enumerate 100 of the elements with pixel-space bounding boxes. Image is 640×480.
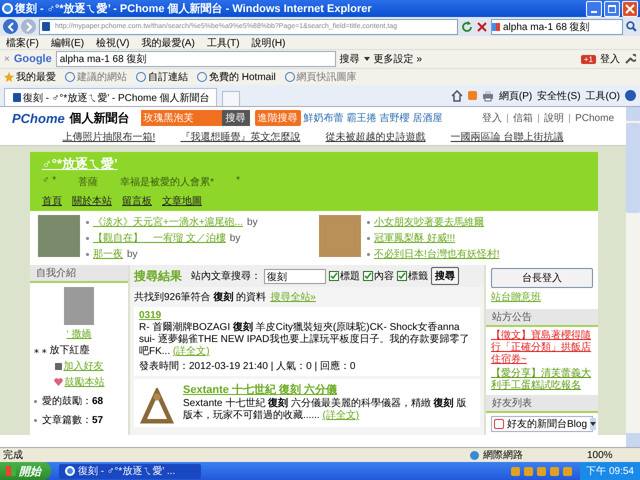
clock-text: 下午 09:54 bbox=[580, 462, 640, 480]
arrow-left-icon bbox=[6, 22, 16, 32]
window-title: 復刻 - ♂°*放逐ㄟ愛’ - PChome 個人新聞台 - Windows Internet Explorer bbox=[15, 2, 373, 16]
more-settings-button[interactable]: 更多設定 » bbox=[374, 52, 422, 66]
stop-icon[interactable] bbox=[476, 20, 488, 32]
favorites-link[interactable]: 免費的 Hotmail bbox=[197, 70, 276, 84]
browser-tab[interactable]: 復刻 - ♂°*放逐ㄟ愛’ - PChome 個人新聞台 bbox=[4, 88, 217, 106]
status-text: 完成 bbox=[3, 448, 23, 462]
refresh-icon[interactable] bbox=[461, 20, 473, 32]
blog-search-field[interactable]: 復刻 bbox=[264, 268, 326, 284]
checkbox-label: 標題 bbox=[340, 270, 360, 283]
announcement-link[interactable]: 【愛分享】清芙蕾義大利手工蛋糕試吃報名 bbox=[491, 368, 593, 392]
bullet-icon bbox=[367, 252, 370, 256]
search-button[interactable]: 搜尋 bbox=[431, 267, 459, 285]
minimize-button[interactable] bbox=[586, 0, 602, 16]
post-excerpt: Sextante 十七世紀 復刻 六分儀最美麗的科學儀器，精緻 復刻 版版本，玩家不可錯過的收藏...... (詳全文) bbox=[183, 398, 468, 422]
section-heading: 搜尋結果 bbox=[134, 268, 182, 284]
start-button[interactable]: 開始 bbox=[0, 462, 51, 480]
back-button[interactable] bbox=[3, 19, 18, 34]
browser-logo-icon bbox=[2, 3, 13, 14]
menu-item[interactable]: 檢視(V) bbox=[96, 36, 130, 50]
stat-text: 文章篇數：57 bbox=[42, 414, 104, 427]
favorites-link[interactable]: 自訂連結 bbox=[136, 70, 188, 84]
menu-item[interactable]: 工具(T) bbox=[206, 36, 240, 50]
close-button[interactable] bbox=[622, 0, 638, 16]
command-menu[interactable]: 工具(O) bbox=[586, 88, 620, 102]
taskbar-button[interactable]: 復刻 - ♂°*放逐ㄟ愛’ ... bbox=[59, 464, 201, 478]
zoom-control[interactable]: 100% bbox=[587, 450, 637, 460]
command-menu[interactable]: 安全性(S) bbox=[537, 88, 581, 102]
menu-item[interactable]: 說明(H) bbox=[252, 36, 286, 50]
close-icon bbox=[625, 4, 635, 14]
favorites-button[interactable]: 我的最愛 bbox=[4, 70, 56, 84]
hot-keyword-link[interactable]: 霸王捲 bbox=[346, 111, 377, 125]
arrow-right-icon bbox=[24, 22, 34, 32]
hot-keyword-link[interactable]: 吉野櫻 bbox=[380, 111, 410, 125]
blog-nav-link[interactable]: 首頁 bbox=[42, 194, 62, 208]
bullet-icon bbox=[86, 220, 89, 224]
checkbox-label: 內容 bbox=[374, 270, 394, 283]
favorites-link[interactable]: 建議的網站 bbox=[65, 70, 127, 84]
account-link[interactable]: 信箱 bbox=[513, 111, 534, 125]
promo-link[interactable]: 『我還想睡覺』英文怎麼說 bbox=[180, 130, 300, 144]
account-link[interactable]: 說明 bbox=[544, 111, 564, 125]
menu-item[interactable]: 檔案(F) bbox=[6, 36, 39, 50]
tray-icons-drawing bbox=[511, 466, 572, 476]
search-icon[interactable] bbox=[626, 21, 637, 32]
bullet-icon bbox=[367, 236, 370, 240]
byline-text: by bbox=[127, 248, 138, 260]
favorites-link[interactable]: 網頁快訊圖庫 bbox=[284, 70, 357, 84]
tagline-text: 菩薩 bbox=[78, 176, 98, 189]
blog-nav-link[interactable]: 留言板 bbox=[122, 194, 152, 208]
search-field[interactable]: alpha ma-1 68 復刻 bbox=[491, 18, 623, 34]
byline-text: by bbox=[230, 232, 240, 244]
checkbox-label: 標籤 bbox=[408, 270, 428, 283]
account-link[interactable]: PChome bbox=[575, 112, 614, 124]
post-meta: 發表時間：2012-03-19 21:40 | 人氣：0 | 回應：0 bbox=[139, 360, 356, 373]
home-icon[interactable] bbox=[450, 90, 463, 102]
wrench-icon[interactable] bbox=[624, 53, 636, 65]
restore-button[interactable] bbox=[604, 0, 620, 16]
profile-motto: ⁎ ⁎ 放下紅塵 bbox=[34, 344, 90, 357]
section-heading: 好友列表 bbox=[486, 395, 598, 413]
command-menu[interactable]: 網頁(P) bbox=[498, 88, 532, 102]
checkbox[interactable] bbox=[329, 271, 339, 281]
star-icon bbox=[4, 72, 14, 82]
announcement-link[interactable]: 【徵文】寶島著櫻得隨行「正確分類」拱飯店住宿券~ bbox=[491, 330, 593, 366]
checkbox[interactable] bbox=[363, 271, 373, 281]
heart-icon bbox=[54, 378, 62, 386]
checkbox[interactable] bbox=[397, 271, 407, 281]
promo-link[interactable]: 從未被超越的史詩遊戲 bbox=[326, 130, 426, 144]
site-name: 個人新聞台 bbox=[70, 110, 130, 126]
menu-item[interactable]: 我的最愛(A) bbox=[141, 36, 195, 50]
pchome-logo[interactable]: PChome bbox=[12, 110, 65, 126]
tagline-text: 幸福是被愛的人會累* bbox=[120, 176, 214, 189]
plus-one-badge[interactable]: +1 bbox=[580, 54, 596, 64]
caret-icon[interactable] bbox=[364, 57, 370, 61]
promo-link[interactable]: 一國兩區論 台聯上街抗議 bbox=[450, 130, 564, 144]
globe-icon bbox=[470, 450, 479, 460]
menu-item[interactable]: 編輯(E) bbox=[50, 36, 84, 50]
hot-keyword-link[interactable]: 居酒屋 bbox=[412, 111, 443, 125]
post-excerpt: R- 首爾潮牌BOZAGI 復刻 羊皮City獵裝短夾(原味駝)CK- Shock女香anna sui- 逐夢錫雀THE NEW IPAD我也要上課玩平板度日子。我的存款要歸零了吧FK... (詳全文) bbox=[139, 322, 470, 358]
bullet-icon bbox=[367, 220, 370, 224]
google-logo: Google bbox=[14, 53, 52, 65]
tagline-text: * bbox=[236, 175, 240, 188]
sign-in-link[interactable]: 登入 bbox=[600, 52, 620, 66]
google-search-button[interactable]: 搜尋 bbox=[340, 52, 360, 66]
sextant-icon bbox=[139, 388, 175, 424]
section-heading: 自我介紹 bbox=[30, 265, 128, 283]
blog-nav-link[interactable]: 文章地圖 bbox=[162, 194, 202, 208]
hot-keyword-link[interactable]: 鮮奶布蕾 bbox=[304, 111, 344, 125]
owner-login-button[interactable]: 台長登入 bbox=[491, 268, 593, 288]
account-link[interactable]: 登入 bbox=[482, 111, 502, 125]
google-search-field[interactable]: alpha ma-1 68 復刻 bbox=[56, 51, 336, 67]
bullet-icon bbox=[34, 400, 37, 402]
print-icon[interactable] bbox=[482, 90, 494, 102]
search-label: 站內文章搜尋： bbox=[191, 270, 261, 283]
blog-nav-link[interactable]: 關於本站 bbox=[72, 194, 112, 208]
friends-dropdown[interactable]: 好友的新聞台Blog bbox=[491, 416, 593, 432]
promo-link[interactable]: 上傳照片抽限布一箱! bbox=[62, 130, 156, 144]
scrollbar[interactable] bbox=[626, 107, 640, 447]
site-search-button[interactable]: 搜尋 bbox=[222, 110, 250, 126]
result-summary: 共找到926筆符合 復刻 的資料 bbox=[134, 290, 266, 304]
